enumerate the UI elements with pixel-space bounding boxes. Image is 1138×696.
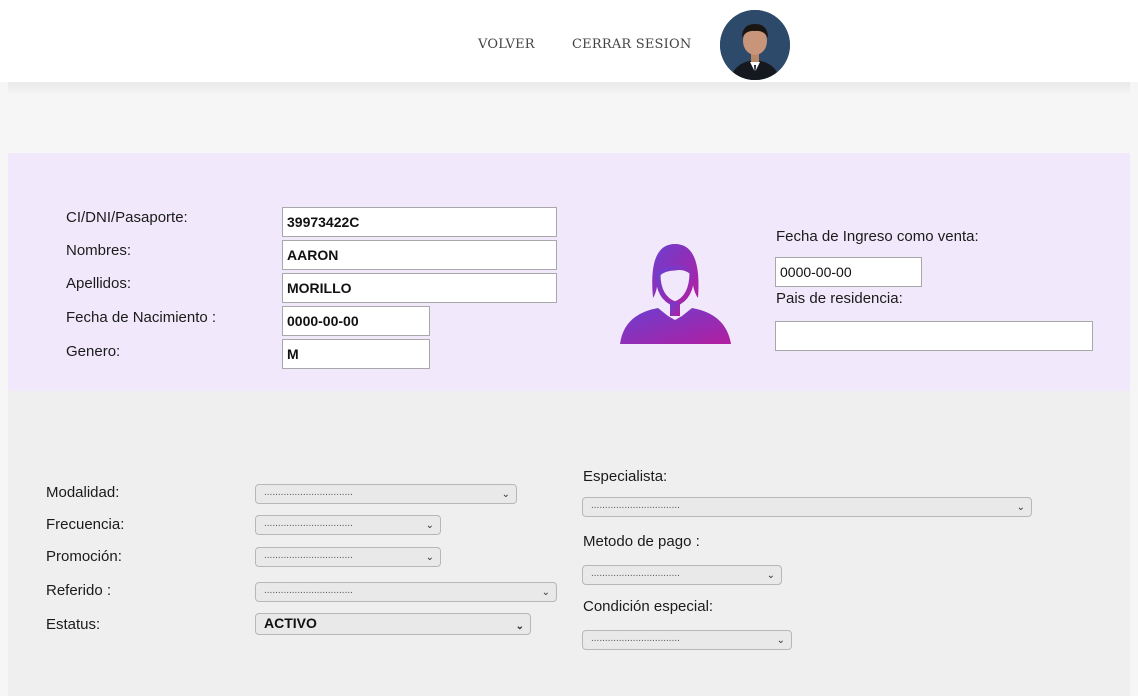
modalidad-label: Modalidad: <box>46 484 120 501</box>
profile-panel <box>8 153 1130 391</box>
special-condition-label: Condición especial: <box>583 598 714 615</box>
frecuencia-value: ................................ <box>264 518 353 529</box>
back-link[interactable]: VOLVER <box>478 37 535 52</box>
chevron-down-icon: ⌄ <box>1016 502 1025 513</box>
gender-label: Genero: <box>66 343 121 360</box>
chevron-down-icon: ⌄ <box>425 552 434 563</box>
chevron-down-icon: ⌄ <box>541 587 550 598</box>
chevron-down-icon: ⌄ <box>776 635 785 646</box>
birth-date-label: Fecha de Nacimiento : <box>66 309 217 326</box>
entry-date-label: Fecha de Ingreso como venta: <box>776 228 979 245</box>
special-condition-value: ................................ <box>591 633 680 644</box>
top-nav-bar: VOLVER CERRAR SESION <box>0 0 1138 82</box>
payment-method-select[interactable]: ................................ ⌄ <box>582 565 782 585</box>
country-label: Pais de residencia: <box>776 290 903 307</box>
referido-value: ................................ <box>264 585 353 596</box>
frecuencia-label: Frecuencia: <box>46 516 125 533</box>
surnames-field[interactable]: MORILLO <box>282 273 557 303</box>
user-avatar[interactable] <box>720 10 790 80</box>
estatus-value: ACTIVO <box>264 615 317 631</box>
estatus-select[interactable]: ACTIVO ⌄ <box>255 613 531 635</box>
top-nav-shadow <box>8 82 1130 96</box>
promocion-select[interactable]: ................................ ⌄ <box>255 547 441 567</box>
special-condition-select[interactable]: ................................ ⌄ <box>582 630 792 650</box>
referido-label: Referido : <box>46 582 112 599</box>
payment-method-value: ................................ <box>591 568 680 579</box>
especialista-label: Especialista: <box>583 468 668 485</box>
promocion-label: Promoción: <box>46 548 122 565</box>
names-field[interactable]: AARON <box>282 240 557 270</box>
person-silhouette-icon <box>620 244 731 344</box>
names-label: Nombres: <box>66 242 132 259</box>
avatar-photo-icon <box>720 10 790 80</box>
details-panel <box>8 391 1130 696</box>
frecuencia-select[interactable]: ................................ ⌄ <box>255 515 441 535</box>
payment-method-label: Metodo de pago : <box>583 533 700 550</box>
chevron-down-icon: ⌄ <box>515 621 524 632</box>
modalidad-select[interactable]: ................................ ⌄ <box>255 484 517 504</box>
country-field[interactable] <box>775 321 1093 351</box>
id-field[interactable]: 39973422C <box>282 207 557 237</box>
promocion-value: ................................ <box>264 550 353 561</box>
logout-link[interactable]: CERRAR SESION <box>572 37 691 52</box>
especialista-value: ................................ <box>591 500 680 511</box>
chevron-down-icon: ⌄ <box>501 489 510 500</box>
chevron-down-icon: ⌄ <box>425 520 434 531</box>
chevron-down-icon: ⌄ <box>766 570 775 581</box>
estatus-label: Estatus: <box>46 616 101 633</box>
entry-date-field[interactable]: 0000-00-00 <box>775 257 922 287</box>
gender-field[interactable]: M <box>282 339 430 369</box>
surnames-label: Apellidos: <box>66 275 132 292</box>
id-label: CI/DNI/Pasaporte: <box>66 209 188 226</box>
referido-select[interactable]: ................................ ⌄ <box>255 582 557 602</box>
especialista-select[interactable]: ................................ ⌄ <box>582 497 1032 517</box>
birth-date-field[interactable]: 0000-00-00 <box>282 306 430 336</box>
modalidad-value: ................................ <box>264 487 353 498</box>
